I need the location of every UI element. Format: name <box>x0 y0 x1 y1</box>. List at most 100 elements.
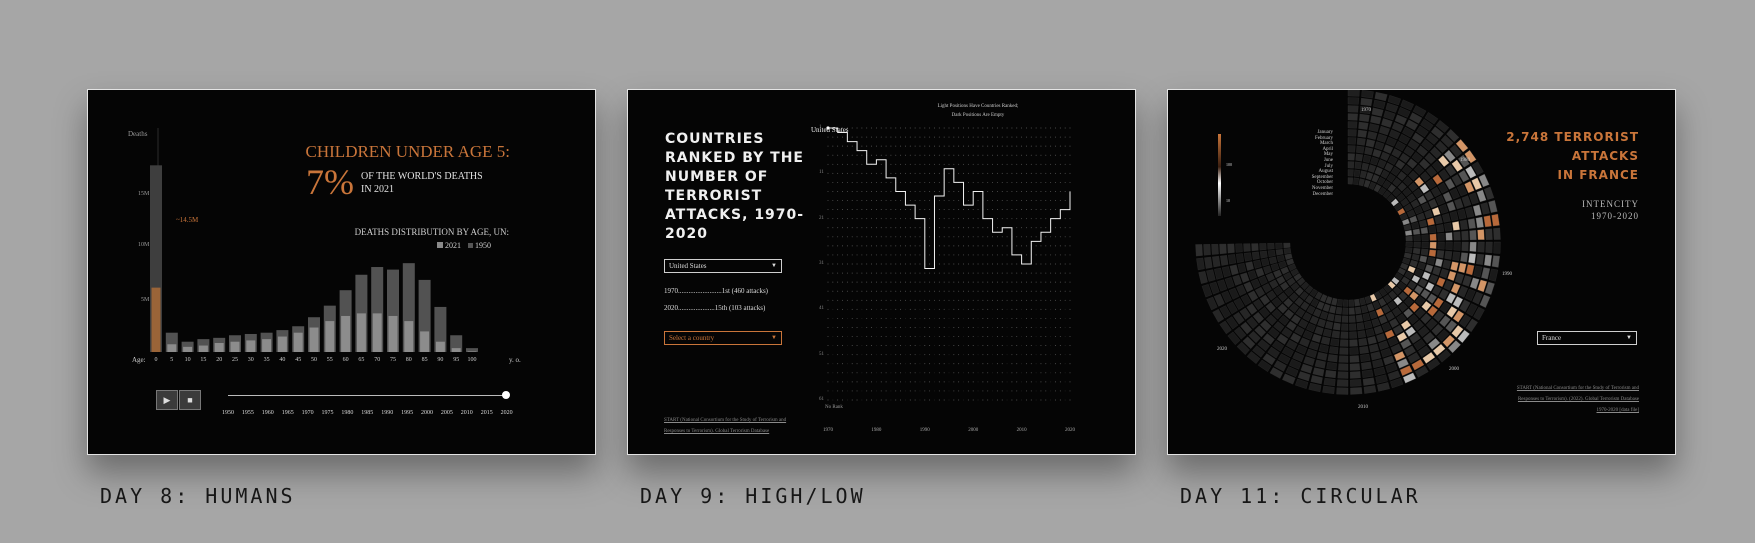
grid-dot <box>919 200 921 201</box>
grid-dot <box>929 181 931 183</box>
grid-dot <box>885 399 887 401</box>
grid-dot <box>846 308 848 310</box>
grid-dot <box>832 272 834 274</box>
grid-dot <box>1045 191 1047 192</box>
grid-dot <box>914 227 916 229</box>
grid-dot <box>851 245 853 247</box>
grid-dot <box>934 145 935 147</box>
grid-dot <box>900 327 902 328</box>
grid-dot <box>992 236 994 238</box>
grid-dot <box>1059 399 1061 401</box>
year-label: 2010 <box>1358 405 1368 410</box>
grid-dot <box>987 236 989 238</box>
grid-dot <box>856 191 858 192</box>
grid-dot <box>934 381 935 383</box>
grid-dot <box>934 191 935 192</box>
grid-dot <box>987 127 989 129</box>
year-slider-track[interactable] <box>228 395 506 396</box>
grid-dot <box>895 336 897 337</box>
grid-dot <box>846 172 848 174</box>
grid-dot <box>938 381 940 383</box>
grid-dot <box>1001 218 1003 220</box>
grid-dot <box>996 317 998 319</box>
play-button[interactable]: ▶ <box>156 390 178 410</box>
grid-dot <box>846 327 848 328</box>
grid-dot <box>909 263 911 265</box>
grid-dot <box>1035 363 1037 365</box>
grid-dot <box>948 363 950 365</box>
grid-dot <box>1006 181 1008 183</box>
grid-dot <box>919 127 921 129</box>
grid-dot <box>963 354 964 356</box>
grid-dot <box>1040 218 1042 220</box>
grid-dot <box>948 372 950 374</box>
grid-dot <box>861 317 863 319</box>
grid-dot <box>1055 390 1056 392</box>
year-slider-handle[interactable] <box>502 391 510 399</box>
grid-dot <box>871 172 873 174</box>
grid-dot <box>938 263 940 265</box>
grid-dot <box>895 218 897 220</box>
age-tick: 95 <box>453 357 460 363</box>
grid-dot <box>866 191 868 192</box>
grid-dot <box>900 308 902 310</box>
grid-dot <box>1050 299 1052 301</box>
age-tick: 50 <box>311 357 317 363</box>
stop-button[interactable]: ■ <box>179 390 201 410</box>
grid-dot <box>909 372 911 374</box>
grid-dot <box>895 200 897 201</box>
grid-dot <box>861 345 863 347</box>
grid-dot <box>1040 145 1042 147</box>
grid-dot <box>875 281 877 283</box>
card-day9[interactable]: COUNTRIES RANKED BY THE NUMBER OF TERROR… <box>627 89 1136 455</box>
grid-dot <box>1025 236 1027 238</box>
grid-dot <box>967 399 969 401</box>
grid-dot <box>992 390 994 392</box>
grid-dot <box>1040 345 1042 347</box>
year-tick: 1985 <box>361 410 374 416</box>
grid-dot <box>1069 163 1071 165</box>
grid-dot <box>1035 181 1037 183</box>
grid-dot <box>982 363 984 365</box>
grid-dot <box>953 317 955 319</box>
grid-dot <box>1064 290 1066 292</box>
card-day11[interactable]: 100 10 January February March April May June J… <box>1167 89 1676 455</box>
grid-dot <box>992 372 994 374</box>
grid-dot <box>880 399 882 401</box>
grid-dot <box>1030 290 1032 292</box>
grid-dot <box>963 163 964 165</box>
grid-dot <box>929 209 931 211</box>
grid-dot <box>1069 308 1071 310</box>
grid-dot <box>1059 136 1061 138</box>
grid-dot <box>885 200 887 201</box>
grid-dot <box>934 299 935 301</box>
grid-dot <box>866 363 868 365</box>
grid-dot <box>938 145 940 147</box>
grid-dot <box>924 181 926 183</box>
grid-dot <box>837 254 839 256</box>
grid-dot <box>948 336 950 337</box>
grid-dot <box>875 381 877 383</box>
grid-dot <box>948 390 950 392</box>
grid-dot <box>890 218 892 220</box>
grid-dot <box>1059 290 1061 292</box>
grid-dot <box>1040 191 1042 192</box>
grid-dot <box>943 254 945 256</box>
grid-dot <box>856 372 858 374</box>
grid-dot <box>1001 181 1003 183</box>
grid-dot <box>866 236 868 238</box>
grid-dot <box>904 263 906 265</box>
grid-dot <box>996 163 998 165</box>
card-day8[interactable]: Deaths 15M 10M 5M ~14.5M CHILDREN UNDER … <box>87 89 596 455</box>
grid-dot <box>885 308 887 310</box>
grid-dot <box>914 299 916 301</box>
grid-dot <box>842 236 843 238</box>
grid-dot <box>948 381 950 383</box>
grid-dot <box>837 218 839 220</box>
grid-dot <box>827 390 829 392</box>
grid-dot <box>958 354 960 356</box>
grid-dot <box>885 299 887 301</box>
grid-dot <box>856 254 858 256</box>
grid-dot <box>890 172 892 174</box>
grid-dot <box>938 336 940 337</box>
